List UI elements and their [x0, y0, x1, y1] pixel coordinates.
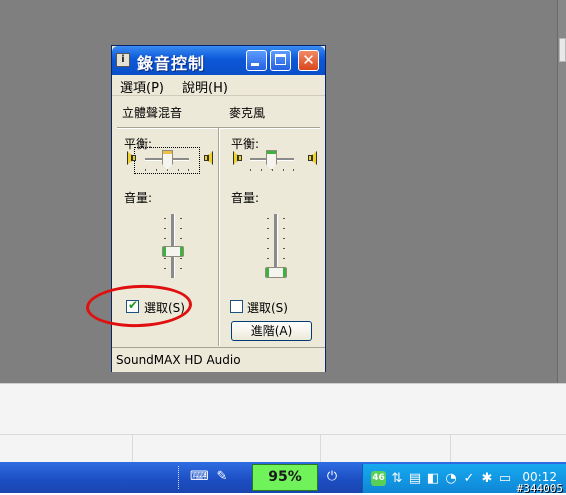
volume-label: 音量: [231, 191, 260, 205]
speaker-left-icon [232, 151, 242, 165]
channel-divider [218, 128, 220, 346]
volume-label: 音量: [124, 191, 153, 205]
status-text: SoundMAX HD Audio [116, 353, 241, 367]
tray-icon[interactable]: ▤ [407, 471, 423, 487]
background-scrollbar[interactable] [557, 0, 566, 383]
taskbar-grip[interactable] [178, 466, 182, 489]
balance-slider-thumb[interactable] [266, 150, 277, 170]
advanced-button[interactable]: 進階(A) [231, 321, 312, 341]
balance-label: 平衡: [231, 137, 260, 151]
maximize-button[interactable] [270, 50, 291, 71]
channel-microphone: 麥克風 平衡: 音量: 選取(S) [224, 96, 322, 346]
speaker-right-icon [204, 151, 214, 165]
close-icon: ✕ [302, 51, 315, 69]
background-divider [0, 434, 566, 435]
menu-bar: 選項(P) 說明(H) [112, 75, 325, 96]
notification-area: 46 ⇅ ▤ ◧ ◔ ✓ ✱ ▭ 00:12 #344005 [362, 464, 566, 495]
background-separator [450, 434, 451, 463]
keyboard-icon[interactable]: ⌨ [190, 469, 209, 485]
battery-percent: 95% [268, 469, 302, 485]
tray-icon[interactable]: ✓ [461, 471, 477, 487]
channel-name: 麥克風 [229, 106, 266, 120]
volume-slider-thumb[interactable] [162, 246, 184, 257]
menu-options[interactable]: 選項(P) [120, 77, 164, 96]
channel-name: 立體聲混音 [122, 106, 183, 120]
title-bar[interactable]: i 錄音控制 ✕ [112, 46, 325, 75]
background-separator [132, 434, 133, 463]
tray-badge[interactable]: 46 [371, 471, 386, 486]
pen-icon[interactable]: ✎ [214, 469, 230, 485]
minimize-button[interactable] [246, 50, 267, 71]
battery-indicator[interactable]: 95% [252, 464, 318, 491]
tray-icon[interactable]: ◧ [425, 471, 441, 487]
minimize-icon [251, 63, 259, 66]
watermark: #344005 [516, 482, 563, 495]
background-separator [320, 434, 321, 463]
status-bar: SoundMAX HD Audio [112, 347, 325, 372]
volume-slider-thumb[interactable] [265, 267, 287, 278]
tray-icon[interactable]: ✱ [479, 471, 495, 487]
select-label[interactable]: 選取(S) [247, 299, 288, 316]
info-icon[interactable]: i [116, 53, 130, 67]
select-checkbox[interactable] [230, 300, 243, 313]
maximize-icon [275, 54, 286, 65]
menu-help[interactable]: 說明(H) [182, 77, 228, 96]
window-title: 錄音控制 [137, 54, 206, 73]
background-scrollbar-thumb[interactable] [559, 38, 566, 62]
network-icon[interactable]: ⇅ [389, 471, 405, 487]
power-plug-icon[interactable]: ⏻ [324, 469, 340, 485]
tray-icon[interactable]: ◔ [443, 471, 459, 487]
tray-icon[interactable]: ▭ [497, 471, 513, 487]
background-window-area [0, 383, 566, 463]
speaker-left-icon [126, 151, 136, 165]
close-button[interactable]: ✕ [298, 50, 319, 71]
speaker-right-icon [308, 151, 318, 165]
taskbar: ⌨ ✎ 95% ⏻ 46 ⇅ ▤ ◧ ◔ ✓ ✱ ▭ 00:12 #344005 [0, 462, 566, 495]
